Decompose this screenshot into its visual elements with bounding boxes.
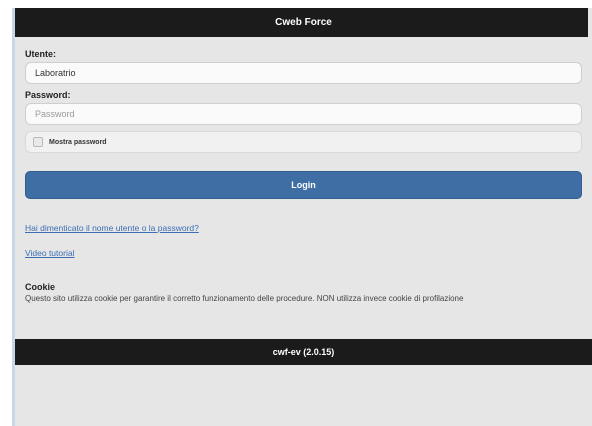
login-form: Utente: Password: Mostra password Login … (15, 37, 592, 303)
forgot-credentials-link[interactable]: Hai dimenticato il nome utente o la pass… (25, 223, 582, 233)
app-footer: cwf-ev (2.0.15) (15, 339, 592, 365)
show-password-checkbox[interactable] (33, 137, 43, 147)
header-edge (588, 8, 592, 37)
app-header: Cweb Force (15, 8, 592, 37)
cookie-title: Cookie (25, 282, 56, 292)
video-tutorial-link[interactable]: Video tutorial (25, 248, 582, 258)
username-field[interactable] (25, 62, 582, 84)
login-button[interactable]: Login (25, 171, 582, 199)
cookie-text: Questo sito utilizza cookie per garantir… (25, 294, 464, 303)
login-page: Cweb Force Utente: Password: Mostra pass… (12, 8, 592, 426)
app-title: Cweb Force (275, 17, 332, 28)
username-input[interactable] (33, 67, 574, 79)
show-password-label: Mostra password (49, 138, 107, 146)
username-label: Utente: (25, 49, 56, 59)
show-password-toggle[interactable]: Mostra password (25, 131, 582, 153)
password-field[interactable] (25, 103, 582, 125)
password-label: Password: (25, 90, 71, 100)
login-button-label: Login (291, 180, 316, 190)
password-input[interactable] (33, 108, 574, 120)
version-label: cwf-ev (2.0.15) (272, 347, 335, 357)
